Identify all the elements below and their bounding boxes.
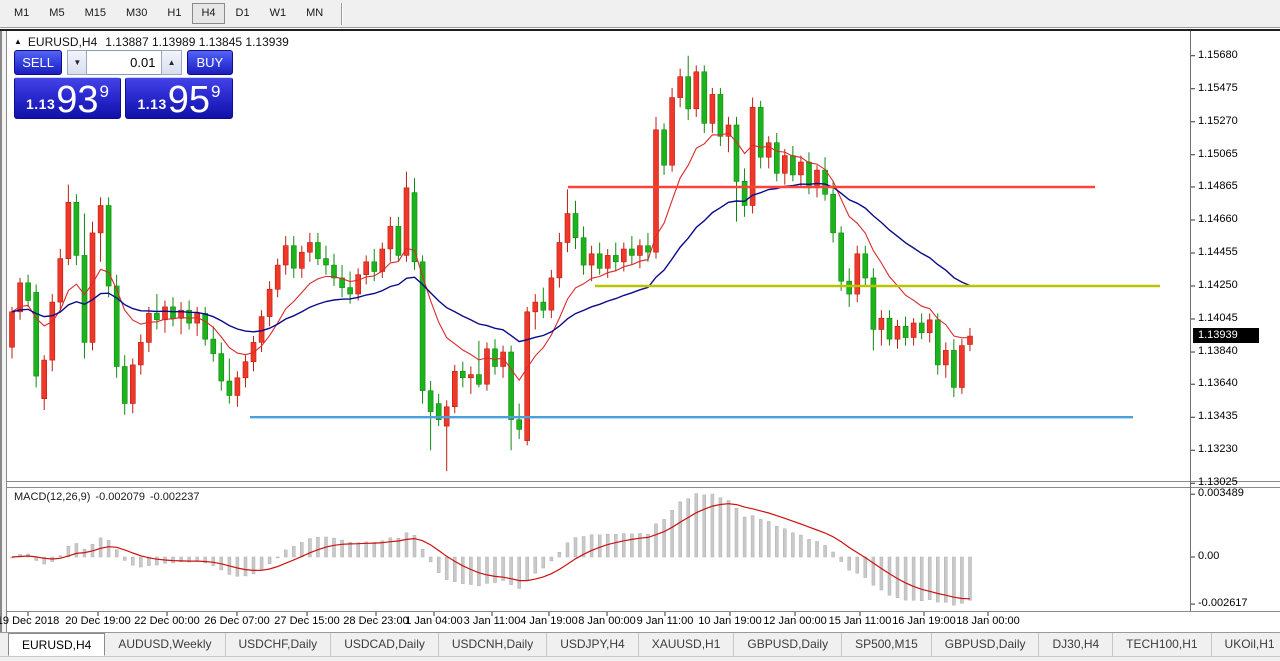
- chart-tab-usdchf-daily[interactable]: USDCHF,Daily: [226, 633, 332, 656]
- chart-tab-dj30-h4[interactable]: DJ30,H4: [1039, 633, 1113, 656]
- chart-tab-gbpusd-daily[interactable]: GBPUSD,Daily: [932, 633, 1040, 656]
- bid-price-pips: 93: [56, 85, 98, 115]
- macd-indicator-label: MACD(12,26,9) -0.002079 -0.002237: [14, 491, 205, 503]
- chart-title: ▲ EURUSD,H4 1.13887 1.13989 1.13845 1.1393…: [14, 35, 289, 49]
- date-axis-label: 4 Jan 19:00: [520, 615, 578, 627]
- volume-input[interactable]: [87, 50, 161, 75]
- chart-symbol-timeframe: EURUSD,H4: [28, 35, 97, 49]
- macd-signal-value: -0.002237: [150, 491, 200, 503]
- chart-tab-sp500-m15[interactable]: SP500,M15: [842, 633, 932, 656]
- price-axis-label: 1.13230: [1198, 443, 1238, 455]
- chart-tab-tech100-h1[interactable]: TECH100,H1: [1113, 633, 1211, 656]
- date-axis-label: 12 Jan 00:00: [763, 615, 827, 627]
- chart-tab-eurusd-h4[interactable]: EURUSD,H4: [8, 633, 105, 656]
- date-axis-label: 27 Dec 15:00: [274, 615, 339, 627]
- date-axis-label: 18 Jan 00:00: [956, 615, 1020, 627]
- price-axis-label: 1.14045: [1198, 312, 1238, 324]
- date-axis-label: 15 Jan 11:00: [829, 615, 892, 627]
- price-axis-label: 1.14250: [1198, 279, 1238, 291]
- chart-tab-xauusd-h1[interactable]: XAUUSD,H1: [639, 633, 735, 656]
- price-axis-label: 1.14455: [1198, 246, 1238, 258]
- date-axis-label: 22 Dec 00:00: [134, 615, 199, 627]
- macd-name: MACD(12,26,9): [14, 491, 90, 503]
- ask-price-pips: 95: [168, 85, 210, 115]
- macd-axis-label: 0.00: [1198, 550, 1219, 562]
- macd-axis-label: 0.003489: [1198, 487, 1244, 499]
- ask-price-point: 9: [211, 83, 220, 100]
- one-click-trade-panel: SELL ▼ ▲ BUY 1.13 93 9 1.13 95 9: [14, 50, 233, 119]
- bid-price-display[interactable]: 1.13 93 9: [14, 77, 121, 119]
- chart-tab-gbpusd-daily[interactable]: GBPUSD,Daily: [734, 633, 842, 656]
- chart-tab-usdjpy-h4[interactable]: USDJPY,H4: [547, 633, 638, 656]
- price-axis-label: 1.13640: [1198, 377, 1238, 389]
- price-axis-label: 1.15270: [1198, 115, 1238, 127]
- chart-ohlc-values: 1.13887 1.13989 1.13845 1.13939: [105, 35, 289, 49]
- mt4-terminal: M1M5M15M30H1H4D1W1MN ▲EURUSD,H41.13887 1…: [0, 0, 1280, 661]
- window-splitter[interactable]: [0, 31, 7, 656]
- date-axis-label: 16 Jan 19:00: [892, 615, 956, 627]
- volume-decrease-button[interactable]: ▼: [67, 50, 87, 75]
- volume-increase-button[interactable]: ▲: [161, 50, 181, 75]
- buy-button[interactable]: BUY: [187, 50, 233, 75]
- date-axis-label: 9 Jan 11:00: [637, 615, 694, 627]
- date-axis-label: 3 Jan 11:00: [464, 615, 521, 627]
- date-axis-label: 26 Dec 07:00: [204, 615, 269, 627]
- ask-price-display[interactable]: 1.13 95 9: [125, 77, 233, 119]
- price-axis-label: 1.15680: [1198, 49, 1238, 61]
- price-axis-label: 1.13840: [1198, 345, 1238, 357]
- chart-tab-audusd-weekly[interactable]: AUDUSD,Weekly: [105, 633, 225, 656]
- chart-tab-bar: EURUSD,H4AUDUSD,WeeklyUSDCHF,DailyUSDCAD…: [0, 632, 1280, 656]
- date-axis-label: 10 Jan 19:00: [698, 615, 762, 627]
- price-axis-label: 1.14660: [1198, 213, 1238, 225]
- chart-tab-usdcad-daily[interactable]: USDCAD,Daily: [331, 633, 439, 656]
- date-axis-label: 20 Dec 19:00: [65, 615, 130, 627]
- status-strip: [0, 656, 1280, 661]
- date-axis-label: 1 Jan 04:00: [405, 615, 463, 627]
- current-price-tag: 1.13939: [1193, 328, 1259, 343]
- price-axis-label: 1.14865: [1198, 180, 1238, 192]
- macd-main-value: -0.002079: [95, 491, 145, 503]
- macd-axis-label: -0.002617: [1198, 597, 1248, 609]
- collapse-arrow-icon[interactable]: ▲: [14, 37, 22, 46]
- chart-tab-usdcnh-daily[interactable]: USDCNH,Daily: [439, 633, 547, 656]
- date-axis-label: 19 Dec 2018: [0, 615, 59, 627]
- date-axis-label: 28 Dec 23:00: [343, 615, 408, 627]
- price-axis-label: 1.15065: [1198, 148, 1238, 160]
- ask-price-prefix: 1.13: [138, 96, 167, 112]
- sell-button[interactable]: SELL: [14, 50, 62, 75]
- price-axis-label: 1.15475: [1198, 82, 1238, 94]
- bid-price-point: 9: [100, 83, 109, 100]
- bid-price-prefix: 1.13: [26, 96, 55, 112]
- chart-tab-ukoil-h1[interactable]: UKOil,H1: [1212, 633, 1280, 656]
- price-axis-label: 1.13435: [1198, 410, 1238, 422]
- date-axis-label: 8 Jan 00:00: [578, 615, 636, 627]
